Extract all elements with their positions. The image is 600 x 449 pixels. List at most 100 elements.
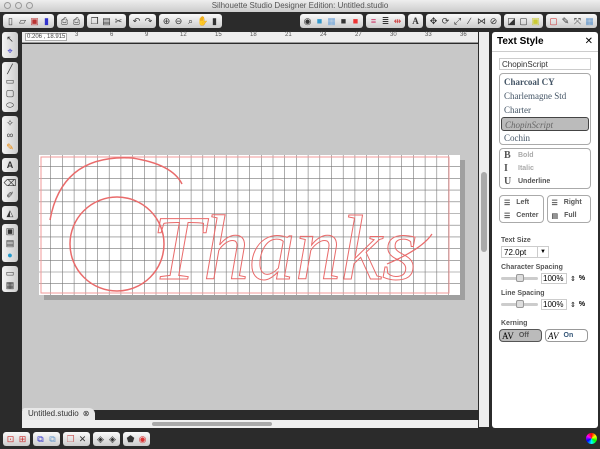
font-name-input[interactable]: ChopinScript <box>499 58 591 70</box>
design-page-icon[interactable]: ▣ <box>2 225 18 237</box>
gradient-icon[interactable]: ▦ <box>326 16 337 27</box>
open-file-icon[interactable]: ▱ <box>17 16 28 27</box>
paste-icon[interactable]: ▤ <box>101 16 112 27</box>
panel-layout-icon[interactable]: ▭ <box>2 267 18 279</box>
release-compound-icon[interactable]: ⧉ <box>47 434 58 445</box>
online-store-icon[interactable]: ● <box>2 249 18 261</box>
align-right-button[interactable]: ☰ Right <box>548 196 591 209</box>
pattern-icon[interactable]: ■ <box>338 16 349 27</box>
library-icon[interactable]: ▤ <box>2 237 18 249</box>
stepper-icon[interactable]: ⇕ <box>570 275 576 283</box>
scroll-thumb[interactable] <box>481 172 487 252</box>
transform-icon[interactable]: ✥ <box>428 16 439 27</box>
freehand-tool-icon[interactable]: ✎ <box>2 141 18 153</box>
design-text[interactable]: Thanks <box>152 197 419 300</box>
copy-icon[interactable]: ❐ <box>89 16 100 27</box>
horizontal-scrollbar[interactable] <box>22 420 478 428</box>
cut-settings-icon[interactable]: ▢ <box>518 16 529 27</box>
align-full-button[interactable]: ▤ Full <box>548 209 591 222</box>
vertical-scrollbar[interactable] <box>479 32 489 427</box>
close-panel-icon[interactable]: ✕ <box>585 36 593 47</box>
kerning-off-button[interactable]: AV Off <box>499 329 542 342</box>
rectangle-tool-icon[interactable]: ▭ <box>2 75 18 87</box>
font-list-item[interactable]: Cochin <box>504 131 586 144</box>
mirror-icon[interactable]: ⋈ <box>476 16 487 27</box>
print-icon[interactable]: ⎙ <box>59 16 70 27</box>
line-style-icon[interactable]: ≡ <box>368 16 379 27</box>
fit-page-icon[interactable]: ▮ <box>209 16 220 27</box>
curve-tool-icon[interactable]: ∞ <box>2 129 18 141</box>
document-tab[interactable]: Untitled.studio ⊗ <box>22 408 96 420</box>
save-icon[interactable]: ▣ <box>29 16 40 27</box>
char-spacing-input[interactable]: 100% <box>541 273 567 284</box>
minimize-window-button[interactable] <box>15 2 22 9</box>
delete-icon[interactable]: ✕ <box>77 434 88 445</box>
line-weight-icon[interactable]: ≣ <box>380 16 391 27</box>
ellipse-tool-icon[interactable]: ⬭ <box>2 99 18 111</box>
registration-icon[interactable]: ▣ <box>530 16 541 27</box>
save-to-sd-icon[interactable]: ▮ <box>41 16 52 27</box>
bring-front-icon[interactable]: ◈ <box>95 434 106 445</box>
ungroup-icon[interactable]: ⊞ <box>17 434 28 445</box>
store-icon[interactable]: ▢ <box>548 16 559 27</box>
duplicate-icon[interactable]: ❐ <box>65 434 76 445</box>
print-cut-icon[interactable]: ⎙ <box>71 16 82 27</box>
close-window-button[interactable] <box>4 2 11 9</box>
style-bold-button[interactable]: B Bold <box>500 149 590 162</box>
group-icon[interactable]: ⊡ <box>5 434 16 445</box>
stepper-icon[interactable]: ⇕ <box>570 301 576 309</box>
pan-icon[interactable]: ✋ <box>197 16 208 27</box>
polygon-tool-icon[interactable]: ✧ <box>2 117 18 129</box>
text-style-icon[interactable]: A <box>410 16 421 27</box>
expand-icon[interactable]: ⤧ <box>572 16 583 27</box>
close-tab-icon[interactable]: ⊗ <box>83 408 90 420</box>
scale-icon[interactable]: ⤢ <box>452 16 463 27</box>
select-tool-icon[interactable]: ↖ <box>2 33 18 45</box>
align-center-button[interactable]: ☰ Center <box>500 209 543 222</box>
line-spacing-input[interactable]: 100% <box>541 299 567 310</box>
line-spacing-slider[interactable] <box>501 300 538 308</box>
style-underline-button[interactable]: U Underline <box>500 175 590 188</box>
knife-tool-icon[interactable]: ✐ <box>2 189 18 201</box>
text-tool-icon[interactable]: A <box>2 159 18 171</box>
zoom-window-button[interactable] <box>26 2 33 9</box>
style-italic-button[interactable]: I Italic <box>500 162 590 175</box>
grid-icon[interactable]: ▦ <box>584 16 595 27</box>
knife-icon[interactable]: ✎ <box>560 16 571 27</box>
color-wheel-icon[interactable] <box>586 433 597 444</box>
rotate-icon[interactable]: ⟳ <box>440 16 451 27</box>
char-spacing-slider[interactable] <box>501 274 538 282</box>
draw-icon[interactable]: ∕ <box>464 16 475 27</box>
scroll-thumb[interactable] <box>152 422 272 426</box>
point-edit-icon[interactable]: ⌖ <box>2 45 18 57</box>
design-canvas[interactable]: Thanks <box>22 44 478 410</box>
zoom-in-icon[interactable]: ⊕ <box>161 16 172 27</box>
new-file-icon[interactable]: ▯ <box>5 16 16 27</box>
zoom-out-icon[interactable]: ⊖ <box>173 16 184 27</box>
font-list-item[interactable]: Charlemagne Std <box>504 89 586 103</box>
fill-color-icon[interactable]: ◉ <box>302 16 313 27</box>
stop-icon[interactable]: ◉ <box>137 434 148 445</box>
line-join-icon[interactable]: ⇹ <box>392 16 403 27</box>
font-list-item[interactable]: Charcoal CY <box>504 75 586 89</box>
slider-knob[interactable] <box>516 274 524 282</box>
zoom-select-icon[interactable]: ⌕ <box>185 16 196 27</box>
line-color-icon[interactable]: ■ <box>314 16 325 27</box>
line-tool-icon[interactable]: ╱ <box>2 63 18 75</box>
weld-icon[interactable]: ⬟ <box>125 434 136 445</box>
offset-icon[interactable]: ⊘ <box>488 16 499 27</box>
transparency-icon[interactable]: ■ <box>350 16 361 27</box>
redo-icon[interactable]: ↷ <box>143 16 154 27</box>
send-back-icon[interactable]: ◈ <box>107 434 118 445</box>
make-compound-icon[interactable]: ⧉ <box>35 434 46 445</box>
kerning-on-button[interactable]: AV On <box>545 329 588 342</box>
font-list[interactable]: Charcoal CY Charlemagne Std Charter ChopinS… <box>499 73 591 145</box>
undo-icon[interactable]: ↶ <box>131 16 142 27</box>
page-setup-icon[interactable]: ◪ <box>506 16 517 27</box>
split-view-icon[interactable]: ▦ <box>2 279 18 291</box>
slider-knob[interactable] <box>516 300 524 308</box>
cutting-mat[interactable]: Thanks <box>22 44 478 410</box>
text-size-select[interactable]: 72.0pt ▼ <box>501 246 549 258</box>
font-list-item[interactable]: ChopinScript <box>501 117 589 131</box>
align-left-button[interactable]: ☰ Left <box>500 196 543 209</box>
